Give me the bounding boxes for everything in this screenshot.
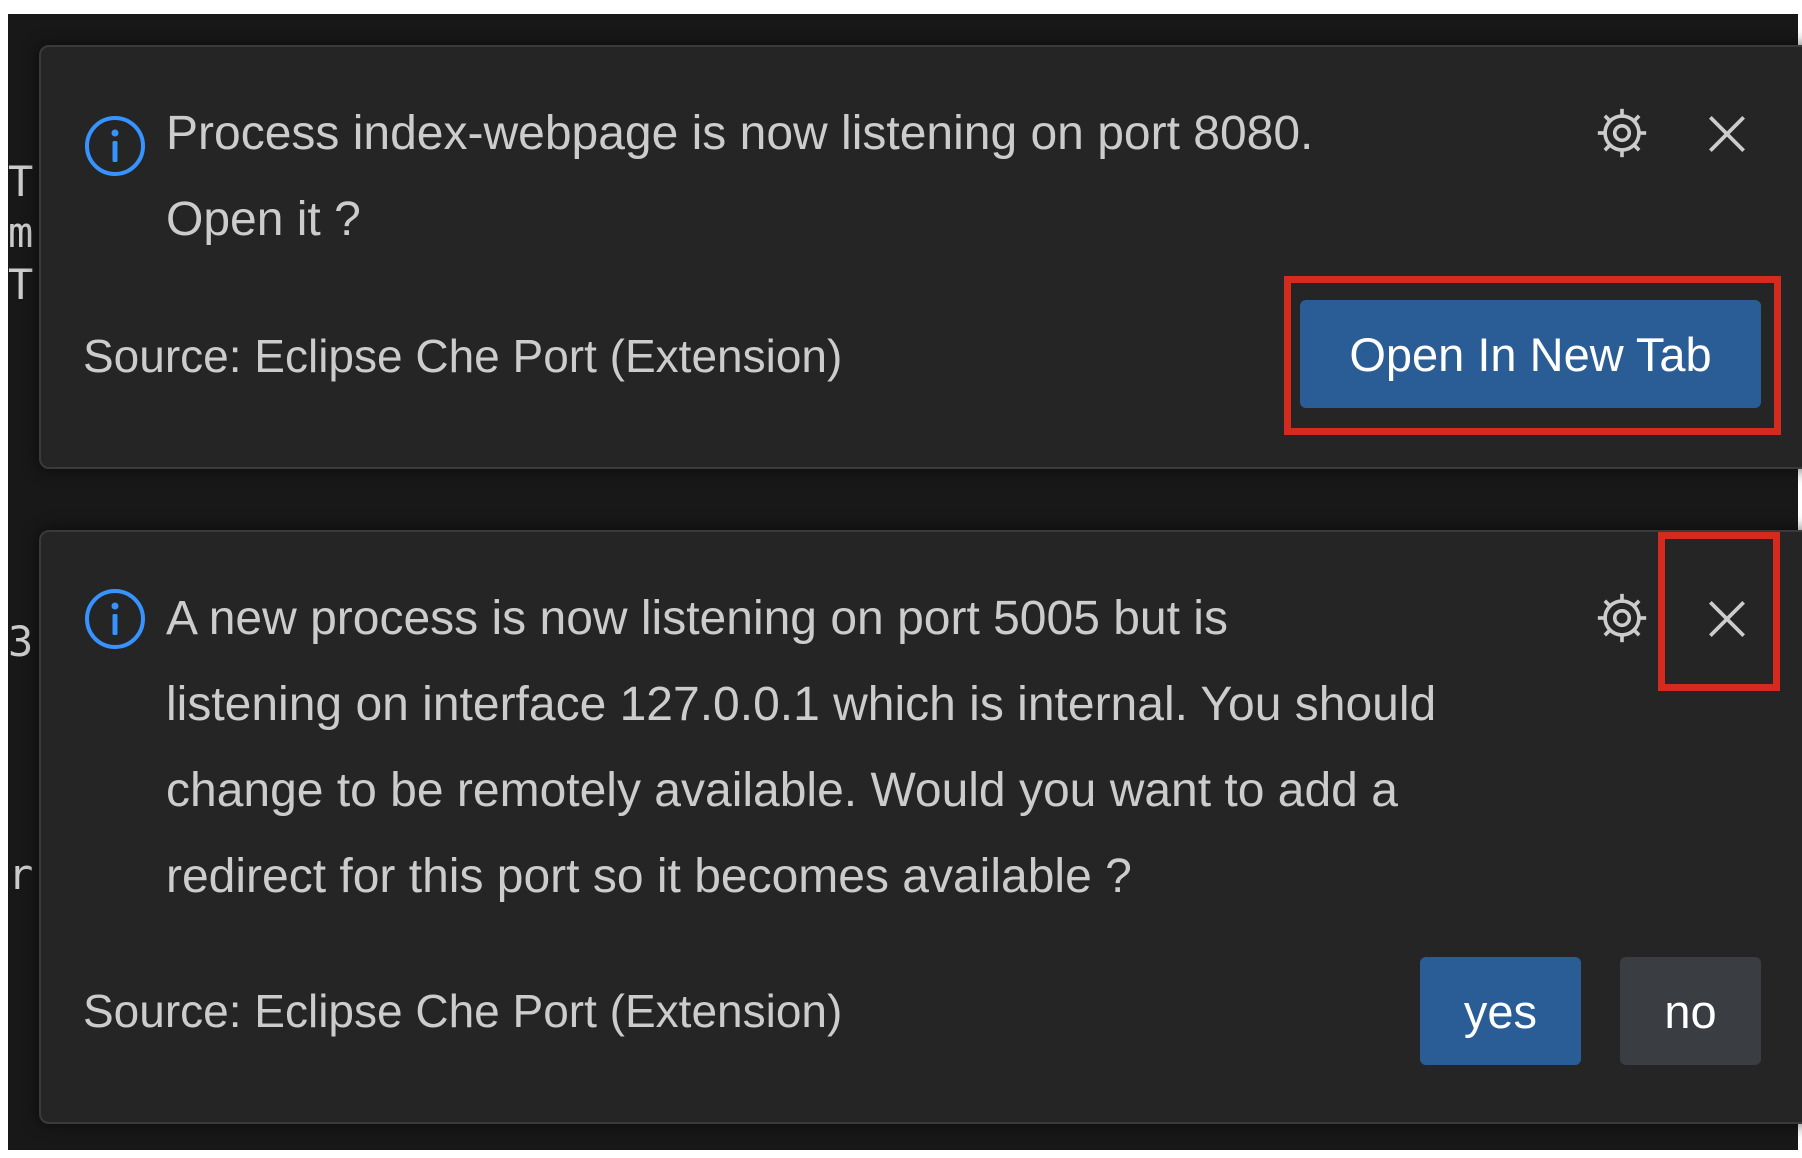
message-line: change to be remotely available. Would y… [166, 764, 1398, 817]
close-icon[interactable] [1702, 109, 1752, 159]
message-line: Process index-webpage is now listening o… [166, 107, 1314, 160]
info-icon [85, 116, 145, 176]
message-line: redirect for this port so it becomes ava… [166, 850, 1132, 903]
notification-source: Source: Eclipse Che Port (Extension) [83, 985, 843, 1037]
highlight-open-in-new-tab [1284, 276, 1781, 435]
message-line: A new process is now listening on port 5… [166, 592, 1228, 645]
notification-message: Process index-webpage is now listening o… [166, 91, 1546, 263]
message-line: Open it ? [166, 193, 361, 246]
notification-message: A new process is now listening on port 5… [166, 576, 1546, 920]
notification-source: Source: Eclipse Che Port (Extension) [83, 330, 843, 382]
gear-icon[interactable] [1593, 104, 1651, 162]
message-line: listening on interface 127.0.0.1 which i… [166, 678, 1437, 731]
gear-icon[interactable] [1593, 589, 1651, 647]
yes-button[interactable]: yes [1420, 957, 1581, 1065]
no-button[interactable]: no [1620, 957, 1761, 1065]
notification-port-5005: A new process is now listening on port 5… [39, 530, 1802, 1124]
editor-text-fragment: T [8, 260, 34, 309]
info-icon [85, 589, 145, 649]
editor-text-fragment: T [8, 157, 34, 206]
highlight-close-button [1658, 532, 1780, 691]
editor-text-fragment: 3 [8, 617, 34, 666]
